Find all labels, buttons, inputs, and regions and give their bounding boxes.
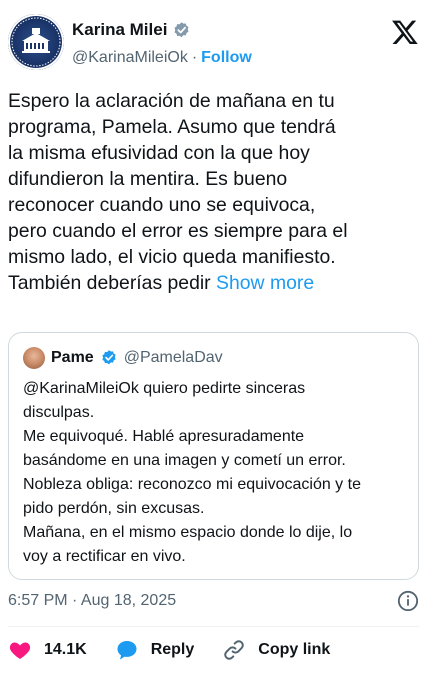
like-button[interactable]: 14.1K [8,638,87,662]
info-icon[interactable] [397,590,419,612]
tweet-timestamp[interactable]: 6:57 PM · Aug 18, 2025 [8,592,176,610]
tweet-text: Espero la aclaración de mañana en tu pro… [8,88,420,296]
quote-line: voy a rectificar en vivo. [23,548,186,565]
author-avatar[interactable] [8,14,64,70]
quoted-author-name: Pame [51,349,94,366]
follow-button[interactable]: Follow [201,49,252,66]
tweet-card: Karina Milei @KarinaMileiOk · Follow Esper… [0,0,427,675]
quote-line: Me equivoqué. Hablé apresuradamente [23,428,305,445]
quote-line: basándome en una imagen y cometí un erro… [23,452,346,469]
tweet-line: la misma efusividad con la que hoy [8,142,310,164]
separator-dot: · [191,49,198,66]
author-handle-row: @KarinaMileiOk · Follow [72,49,252,67]
tweet-line: Espero la aclaración de mañana en tu [8,90,335,112]
author-display-name[interactable]: Karina Milei [72,20,167,40]
tweet-line: mismo lado, el vicio queda manifiesto. [8,246,336,268]
tweet-line: reconocer cuando uno se equivoca, [8,194,316,216]
divider [8,626,419,627]
reply-label: Reply [150,641,195,658]
tweet-line: difundieron la mentira. Es bueno [8,168,288,190]
speech-bubble-icon [117,641,137,660]
copy-link-label: Copy link [258,641,331,658]
author-handle[interactable]: @KarinaMileiOk [72,49,188,66]
quoted-author-avatar [23,347,45,369]
quoted-author-handle: @PamelaDav [123,349,223,366]
tweet-last-line: También deberías pedir Show more [8,270,420,296]
heart-icon [9,642,31,659]
copy-link-button[interactable]: Copy link [222,638,330,662]
tweet-line: También deberías pedir [8,272,211,294]
quoted-tweet[interactable]: Pame @PamelaDav @KarinaMileiOk quiero pe… [8,332,419,580]
quote-line: pido perdón, sin excusas. [23,500,205,517]
quoted-tweet-text: @KarinaMileiOk quiero pedirte sinceras d… [23,377,413,569]
quote-line: Mañana, en el mismo espacio donde lo dij… [23,524,353,541]
quote-line: Nobleza obliga: reconozco mi equivocació… [23,476,361,493]
x-logo-icon[interactable] [391,18,419,46]
reply-button[interactable]: Reply [115,638,195,662]
show-more-link[interactable]: Show more [216,272,314,294]
quoted-tweet-header: Pame @PamelaDav [23,347,223,369]
action-bar: 14.1K Reply Copy link [8,636,330,664]
presidential-seal-icon [11,17,61,67]
link-icon [224,640,245,660]
verified-badge-icon [174,21,189,37]
quote-line: @KarinaMileiOk quiero pedirte sinceras [23,380,306,397]
quote-line: disculpas. [23,404,95,421]
like-count: 14.1K [44,641,87,658]
author-name-row: Karina Milei [72,20,191,40]
verified-badge-icon [102,350,116,365]
tweet-header: Karina Milei @KarinaMileiOk · Follow [8,14,419,76]
tweet-line: programa, Pamela. Asumo que tendrá [8,116,336,138]
tweet-line: pero cuando el error es siempre para el [8,220,348,242]
